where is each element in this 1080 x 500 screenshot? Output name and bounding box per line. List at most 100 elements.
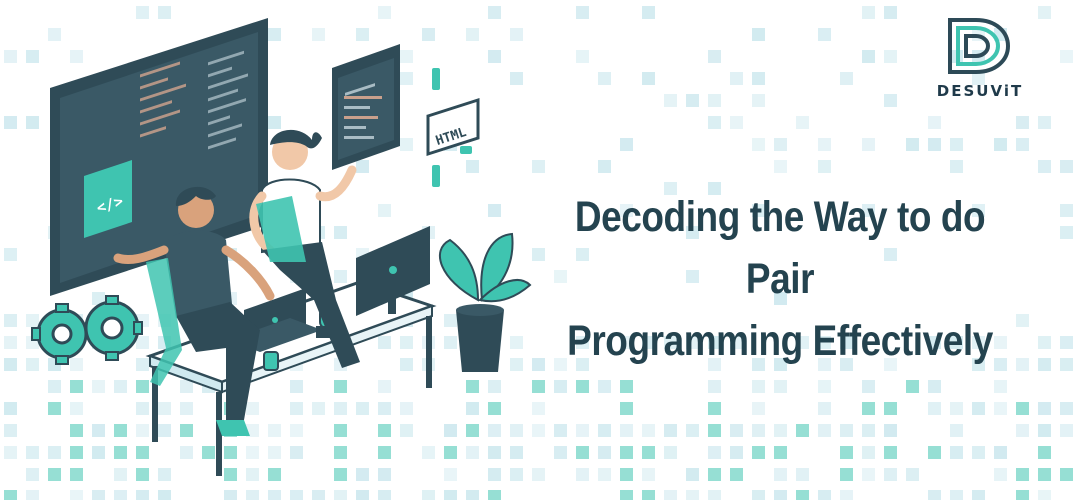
pixel-square <box>1038 358 1051 371</box>
pixel-square <box>554 380 567 393</box>
pixel-square <box>774 446 787 459</box>
pixel-square <box>818 380 831 393</box>
pixel-square <box>796 468 809 481</box>
pixel-square <box>620 424 633 437</box>
pixel-square <box>1016 402 1029 415</box>
pixel-square <box>1038 336 1051 349</box>
pixel-square <box>950 424 963 437</box>
pixel-square <box>708 402 721 415</box>
pixel-square <box>1060 358 1073 371</box>
brand-name: DESUViT <box>936 82 1024 100</box>
banner: </> HTML DESUViT Decoding the Way to do … <box>0 0 1080 500</box>
pixel-square <box>620 490 633 500</box>
pixel-square <box>598 380 611 393</box>
pixel-square <box>752 490 765 500</box>
pixel-square <box>576 424 589 437</box>
pixel-square <box>1038 468 1051 481</box>
desuvit-logo[interactable]: DESUViT <box>920 14 1040 100</box>
html-tag-card: HTML <box>426 68 480 187</box>
page-headline: Decoding the Way to do Pair Programming … <box>539 186 1021 372</box>
pixel-square <box>620 138 633 151</box>
pixel-square <box>1060 336 1073 349</box>
pixel-square <box>1038 446 1051 459</box>
pixel-square <box>994 402 1007 415</box>
pixel-square <box>730 116 743 129</box>
pixel-square <box>862 50 875 63</box>
pixel-square <box>598 72 611 85</box>
pixel-square <box>752 94 765 107</box>
pixel-square <box>774 490 787 500</box>
pixel-square <box>884 446 897 459</box>
pixel-square <box>796 424 809 437</box>
potted-plant <box>439 232 532 372</box>
pixel-square <box>774 160 787 173</box>
pixel-square <box>752 446 765 459</box>
pixel-square <box>642 446 655 459</box>
pixel-square <box>840 424 853 437</box>
pixel-square <box>576 50 589 63</box>
pixel-square <box>642 490 655 500</box>
pixel-square <box>862 468 875 481</box>
pixel-square <box>1038 116 1051 129</box>
pixel-square <box>840 468 853 481</box>
pixel-square <box>774 424 787 437</box>
pixel-square <box>774 138 787 151</box>
pixel-square <box>708 116 721 129</box>
gears <box>31 295 143 365</box>
pixel-square <box>664 490 677 500</box>
floating-code-window <box>332 44 400 170</box>
pixel-square <box>752 72 765 85</box>
pixel-square <box>1016 490 1029 500</box>
pixel-square <box>818 160 831 173</box>
pixel-square <box>950 138 963 151</box>
pixel-square <box>862 402 875 415</box>
pixel-square <box>1060 50 1073 63</box>
pixel-square <box>906 138 919 151</box>
pixel-square <box>884 50 897 63</box>
pixel-square <box>730 468 743 481</box>
pixel-square <box>708 490 721 500</box>
pixel-square <box>972 490 985 500</box>
pixel-square <box>928 380 941 393</box>
pixel-square <box>1060 160 1073 173</box>
pixel-square <box>928 138 941 151</box>
pixel-square <box>994 380 1007 393</box>
pixel-square <box>598 424 611 437</box>
pixel-square <box>576 6 589 19</box>
pixel-square <box>774 468 787 481</box>
pixel-square <box>598 468 611 481</box>
pixel-square <box>730 72 743 85</box>
pair-programming-illustration: </> HTML <box>31 18 532 476</box>
pixel-square <box>994 446 1007 459</box>
pixel-square <box>752 380 765 393</box>
pixel-square <box>686 94 699 107</box>
pixel-square <box>576 468 589 481</box>
pixel-square <box>950 446 963 459</box>
pixel-square <box>708 468 721 481</box>
pixel-square <box>1038 160 1051 173</box>
pixel-square <box>752 402 765 415</box>
pixel-square <box>620 468 633 481</box>
pixel-square <box>708 94 721 107</box>
pixel-square <box>686 424 699 437</box>
pixel-square <box>708 424 721 437</box>
pixel-square <box>730 424 743 437</box>
pixel-square <box>972 402 985 415</box>
desuvit-d-logo-icon <box>948 18 1011 74</box>
pixel-square <box>862 6 875 19</box>
pixel-square <box>818 424 831 437</box>
pixel-square <box>884 402 897 415</box>
pixel-square <box>928 402 941 415</box>
pixel-square <box>642 424 655 437</box>
pixel-square <box>554 424 567 437</box>
pixel-square <box>664 424 677 437</box>
pixel-square <box>840 446 853 459</box>
pixel-square <box>708 50 721 63</box>
pixel-square <box>862 380 875 393</box>
pixel-square <box>686 490 699 500</box>
pixel-square <box>664 446 677 459</box>
pixel-square <box>950 160 963 173</box>
pixel-square <box>642 468 655 481</box>
pixel-square <box>1038 402 1051 415</box>
pixel-square <box>928 446 941 459</box>
